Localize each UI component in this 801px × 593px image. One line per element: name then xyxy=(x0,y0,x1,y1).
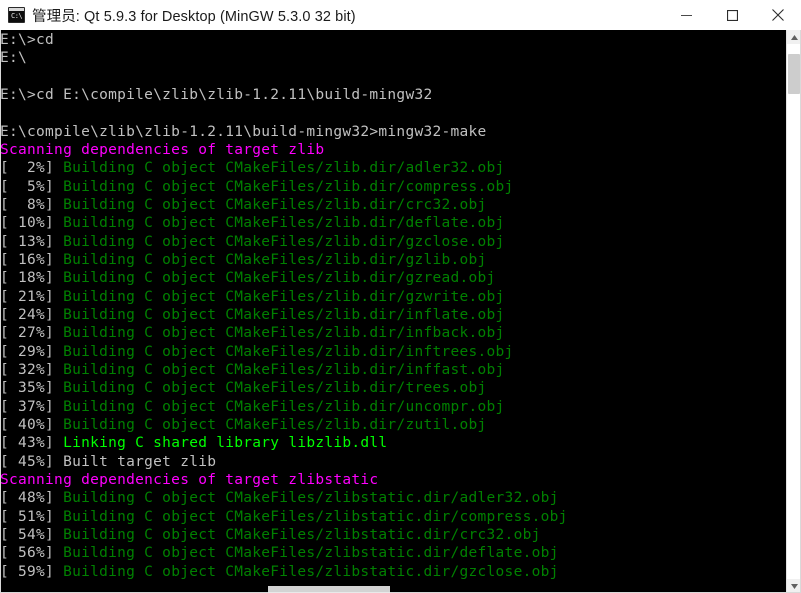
terminal-line: [ 27%] Building C object CMakeFiles/zlib… xyxy=(0,324,786,342)
terminal-line: [ 51%] Building C object CMakeFiles/zlib… xyxy=(0,508,786,526)
window-border-left xyxy=(0,30,1,593)
cmd-console-icon: C:\ xyxy=(8,7,25,23)
terminal-text-segment: Building C object CMakeFiles/zlib.dir/ad… xyxy=(63,160,505,177)
terminal-line: [ 59%] Building C object CMakeFiles/zlib… xyxy=(0,563,786,581)
terminal-text-segment: Building C object CMakeFiles/zlib.dir/un… xyxy=(63,398,505,415)
terminal-line: E:\ xyxy=(0,49,786,67)
terminal-line: E:\>cd xyxy=(0,31,786,49)
terminal-line: E:\>cd E:\compile\zlib\zlib-1.2.11\build… xyxy=(0,86,786,104)
terminal-text-segment: [ 5%] xyxy=(0,178,64,195)
terminal-line: [ 16%] Building C object CMakeFiles/zlib… xyxy=(0,251,786,269)
window-title: 管理员: Qt 5.9.3 for Desktop (MinGW 5.3.0 3… xyxy=(32,8,356,25)
terminal-line: [ 24%] Building C object CMakeFiles/zlib… xyxy=(0,306,786,324)
terminal-text-segment: Building C object CMakeFiles/zlib.dir/in… xyxy=(63,343,514,360)
terminal-line: [ 18%] Building C object CMakeFiles/zlib… xyxy=(0,269,786,287)
terminal-text-segment: Building C object CMakeFiles/zlib.dir/gz… xyxy=(63,270,496,287)
terminal-line: [ 40%] Building C object CMakeFiles/zlib… xyxy=(0,416,786,434)
terminal-text-segment: [ 13%] xyxy=(0,233,64,250)
terminal-text-segment: [ 45%] Built target zlib xyxy=(0,453,217,470)
vertical-scrollbar[interactable] xyxy=(786,30,801,593)
terminal-line: [ 54%] Building C object CMakeFiles/zlib… xyxy=(0,526,786,544)
terminal-line-list: E:\>cd E:\ E:\>cd E:\compile\zlib\zlib-1.2… xyxy=(0,31,786,581)
terminal-line: [ 10%] Building C object CMakeFiles/zlib… xyxy=(0,214,786,232)
terminal-text-segment: [ 21%] xyxy=(0,288,64,305)
terminal-text-segment: Building C object CMakeFiles/zlibstatic.… xyxy=(63,526,541,543)
terminal-text-segment: [ 18%] xyxy=(0,270,64,287)
terminal-text-segment: [ 8%] xyxy=(0,196,64,213)
terminal-text-segment: Building C object CMakeFiles/zlib.dir/in… xyxy=(63,325,505,342)
terminal-text-segment: [ 35%] xyxy=(0,380,64,397)
minimize-button[interactable] xyxy=(663,0,709,30)
window-controls xyxy=(663,0,801,30)
terminal-text-segment: [ 10%] xyxy=(0,215,64,232)
terminal-text-segment: [ 56%] xyxy=(0,545,64,562)
scrollbar-thumb[interactable] xyxy=(788,54,800,94)
terminal-text-segment: Building C object CMakeFiles/zlib.dir/co… xyxy=(63,178,514,195)
terminal-line: [ 32%] Building C object CMakeFiles/zlib… xyxy=(0,361,786,379)
terminal-text-segment: Building C object CMakeFiles/zlib.dir/cr… xyxy=(63,196,487,213)
terminal-text-segment: Building C object CMakeFiles/zlibstatic.… xyxy=(63,545,559,562)
terminal-text-segment: Scanning dependencies of target zlib xyxy=(0,141,325,158)
terminal-line: E:\compile\zlib\zlib-1.2.11\build-mingw3… xyxy=(0,123,786,141)
terminal-line: [ 2%] Building C object CMakeFiles/zlib.… xyxy=(0,159,786,177)
terminal-line: Scanning dependencies of target zlib xyxy=(0,141,786,159)
terminal-text-segment: [ 51%] xyxy=(0,508,64,525)
terminal-text-segment: [ 37%] xyxy=(0,398,64,415)
terminal-line: [ 56%] Building C object CMakeFiles/zlib… xyxy=(0,544,786,562)
terminal-output[interactable]: E:\>cd E:\ E:\>cd E:\compile\zlib\zlib-1.2… xyxy=(0,30,786,593)
terminal-line: Scanning dependencies of target zlibstat… xyxy=(0,471,786,489)
terminal-text-segment: [ 54%] xyxy=(0,526,64,543)
maximize-button[interactable] xyxy=(709,0,755,30)
console-window: C:\ 管理员: Qt 5.9.3 for Desktop (MinGW 5.3… xyxy=(0,0,801,593)
terminal-text-segment: Building C object CMakeFiles/zlibstatic.… xyxy=(63,490,559,507)
terminal-text-segment: [ 29%] xyxy=(0,343,64,360)
terminal-line: [ 45%] Built target zlib xyxy=(0,453,786,471)
terminal-text-segment: Linking C shared library libzlib.dll xyxy=(63,435,388,452)
terminal-text-segment: Building C object CMakeFiles/zlibstatic.… xyxy=(63,563,559,580)
scrollbar-track[interactable] xyxy=(787,44,801,579)
terminal-text-segment: [ 32%] xyxy=(0,361,64,378)
terminal-text-segment: Building C object CMakeFiles/zlib.dir/gz… xyxy=(63,251,487,268)
terminal-text-segment: E:\>cd E:\compile\zlib\zlib-1.2.11\build… xyxy=(0,86,433,103)
terminal-text-segment: [ 40%] xyxy=(0,416,64,433)
terminal-line: [ 13%] Building C object CMakeFiles/zlib… xyxy=(0,233,786,251)
scroll-up-arrow-icon[interactable] xyxy=(787,30,801,44)
terminal-text-segment: [ 24%] xyxy=(0,306,64,323)
title-bar[interactable]: C:\ 管理员: Qt 5.9.3 for Desktop (MinGW 5.3… xyxy=(0,0,801,31)
terminal-text-segment: E:\compile\zlib\zlib-1.2.11\build-mingw3… xyxy=(0,123,487,140)
terminal-line: [ 43%] Linking C shared library libzlib.… xyxy=(0,434,786,452)
console-body: E:\>cd E:\ E:\>cd E:\compile\zlib\zlib-1.2… xyxy=(0,30,801,593)
terminal-text-segment: Building C object CMakeFiles/zlibstatic.… xyxy=(63,508,568,525)
terminal-text-segment: [ 59%] xyxy=(0,563,64,580)
icon-prompt-glyph: C:\ xyxy=(11,12,23,20)
terminal-line: [ 48%] Building C object CMakeFiles/zlib… xyxy=(0,489,786,507)
close-button[interactable] xyxy=(755,0,801,30)
terminal-text-segment: Building C object CMakeFiles/zlib.dir/gz… xyxy=(63,233,505,250)
terminal-text-segment: [ 2%] xyxy=(0,160,64,177)
terminal-text-segment: E:\>cd xyxy=(0,32,55,48)
terminal-line: [ 5%] Building C object CMakeFiles/zlib.… xyxy=(0,178,786,196)
terminal-line: [ 8%] Building C object CMakeFiles/zlib.… xyxy=(0,196,786,214)
terminal-line: [ 37%] Building C object CMakeFiles/zlib… xyxy=(0,398,786,416)
terminal-text-segment: Building C object CMakeFiles/zlib.dir/de… xyxy=(63,215,505,232)
terminal-text-segment: Building C object CMakeFiles/zlib.dir/in… xyxy=(63,361,505,378)
icon-title-strip xyxy=(9,8,24,11)
terminal-text-segment: [ 48%] xyxy=(0,490,64,507)
terminal-text-segment: [ 27%] xyxy=(0,325,64,342)
terminal-line: [ 35%] Building C object CMakeFiles/zlib… xyxy=(0,379,786,397)
terminal-text-segment: Building C object CMakeFiles/zlib.dir/zu… xyxy=(63,416,487,433)
terminal-text-segment: Building C object CMakeFiles/zlib.dir/tr… xyxy=(63,380,487,397)
terminal-text-segment: [ 43%] xyxy=(0,435,64,452)
terminal-text-segment: E:\ xyxy=(0,50,28,67)
terminal-text-segment: Building C object CMakeFiles/zlib.dir/in… xyxy=(63,306,505,323)
bottom-overlay-fragment xyxy=(268,586,390,593)
terminal-text-segment: Scanning dependencies of target zlibstat… xyxy=(0,471,379,488)
scroll-down-arrow-icon[interactable] xyxy=(787,579,801,593)
terminal-text-segment: Building C object CMakeFiles/zlib.dir/gz… xyxy=(63,288,505,305)
terminal-text-segment: [ 16%] xyxy=(0,251,64,268)
terminal-line: [ 21%] Building C object CMakeFiles/zlib… xyxy=(0,288,786,306)
terminal-line: [ 29%] Building C object CMakeFiles/zlib… xyxy=(0,343,786,361)
